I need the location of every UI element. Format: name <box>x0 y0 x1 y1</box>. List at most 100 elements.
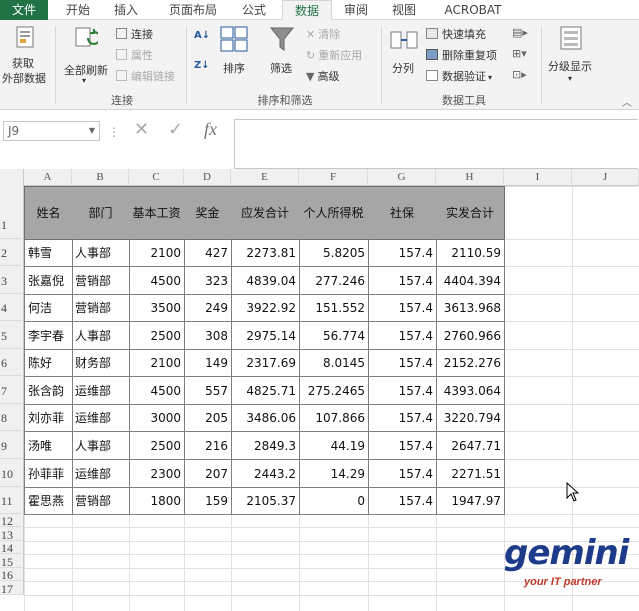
confirm-icon[interactable]: ✓ <box>168 119 183 140</box>
row-header-2[interactable]: 2 <box>0 239 24 266</box>
tab-acrobat[interactable]: ACROBAT <box>438 0 508 20</box>
table-cell[interactable]: 何洁 <box>24 294 73 322</box>
row-header-5[interactable]: 5 <box>0 321 24 349</box>
column-header-c[interactable]: C <box>129 169 184 186</box>
table-cell[interactable]: 8.0145 <box>299 349 369 377</box>
tab-data[interactable]: 数据 <box>282 0 332 20</box>
table-cell[interactable]: 汤唯 <box>24 431 73 460</box>
table-cell[interactable]: 107.866 <box>299 404 369 432</box>
table-cell[interactable]: 277.246 <box>299 266 369 295</box>
table-cell[interactable]: 157.4 <box>368 321 437 350</box>
tab-page-layout[interactable]: 页面布局 <box>158 0 228 20</box>
relationships-button[interactable]: ⊡▸ <box>512 68 527 81</box>
row-header-14[interactable]: 14 <box>0 541 24 555</box>
table-cell[interactable]: 2105.37 <box>231 487 300 515</box>
table-cell[interactable]: 李宇春 <box>24 321 73 350</box>
refresh-all-button[interactable]: 全部刷新 ▾ <box>60 24 112 88</box>
collapse-ribbon-icon[interactable]: ︿ <box>622 94 632 109</box>
table-cell[interactable]: 张嘉倪 <box>24 266 73 295</box>
table-cell[interactable]: 2271.51 <box>436 459 505 488</box>
tab-view[interactable]: 视图 <box>384 0 424 20</box>
what-if-button[interactable]: ⊞▾ <box>512 47 527 60</box>
tab-file[interactable]: 文件 <box>0 0 48 20</box>
table-cell[interactable]: 1947.97 <box>436 487 505 515</box>
flash-fill-button[interactable]: 快速填充 <box>426 26 486 42</box>
column-header-d[interactable]: D <box>184 169 231 186</box>
table-header-cell[interactable]: 实发合计 <box>436 186 505 240</box>
table-cell[interactable]: 2110.59 <box>436 239 505 267</box>
tab-home[interactable]: 开始 <box>56 0 100 20</box>
table-cell[interactable]: 3220.794 <box>436 404 505 432</box>
table-cell[interactable]: 14.29 <box>299 459 369 488</box>
table-cell[interactable]: 2647.71 <box>436 431 505 460</box>
table-cell[interactable]: 4500 <box>129 376 185 405</box>
column-header-j[interactable]: J <box>572 169 639 186</box>
row-header-7[interactable]: 7 <box>0 376 24 404</box>
table-cell[interactable]: 4393.064 <box>436 376 505 405</box>
table-cell[interactable]: 3613.968 <box>436 294 505 322</box>
row-header-10[interactable]: 10 <box>0 459 24 487</box>
table-header-cell[interactable]: 基本工资 <box>129 186 185 240</box>
table-cell[interactable]: 308 <box>184 321 232 350</box>
table-cell[interactable]: 人事部 <box>72 431 130 460</box>
table-cell[interactable]: 1800 <box>129 487 185 515</box>
table-cell[interactable]: 2317.69 <box>231 349 300 377</box>
table-cell[interactable]: 运维部 <box>72 459 130 488</box>
row-header-11[interactable]: 11 <box>0 487 24 514</box>
table-cell[interactable]: 陈好 <box>24 349 73 377</box>
tab-formulas[interactable]: 公式 <box>232 0 276 20</box>
column-header-f[interactable]: F <box>299 169 368 186</box>
row-header-9[interactable]: 9 <box>0 431 24 459</box>
table-cell[interactable]: 2273.81 <box>231 239 300 267</box>
table-cell[interactable]: 2100 <box>129 349 185 377</box>
column-header-h[interactable]: H <box>436 169 504 186</box>
table-cell[interactable]: 营销部 <box>72 487 130 515</box>
table-cell[interactable]: 3486.06 <box>231 404 300 432</box>
get-external-data-button[interactable]: 获取 外部数据 <box>2 24 48 88</box>
table-cell[interactable]: 157.4 <box>368 294 437 322</box>
table-cell[interactable]: 2760.966 <box>436 321 505 350</box>
sort-az-button[interactable]: A↓ <box>194 30 210 41</box>
column-header-b[interactable]: B <box>72 169 129 186</box>
table-cell[interactable]: 44.19 <box>299 431 369 460</box>
table-cell[interactable]: 2500 <box>129 431 185 460</box>
table-cell[interactable]: 3500 <box>129 294 185 322</box>
column-header-a[interactable]: A <box>24 169 72 186</box>
table-cell[interactable]: 205 <box>184 404 232 432</box>
filter-button[interactable]: 筛选 <box>264 24 300 88</box>
table-cell[interactable]: 3000 <box>129 404 185 432</box>
table-cell[interactable]: 157.4 <box>368 404 437 432</box>
properties-button[interactable]: 属性 <box>116 47 153 63</box>
table-cell[interactable]: 157.4 <box>368 431 437 460</box>
table-cell[interactable]: 157.4 <box>368 459 437 488</box>
row-header-17[interactable]: 17 <box>0 581 24 596</box>
table-cell[interactable]: 霍思燕 <box>24 487 73 515</box>
table-cell[interactable]: 3922.92 <box>231 294 300 322</box>
table-cell[interactable]: 运维部 <box>72 376 130 405</box>
table-cell[interactable]: 207 <box>184 459 232 488</box>
table-cell[interactable]: 4404.394 <box>436 266 505 295</box>
row-header-1[interactable]: 1 <box>0 186 24 239</box>
table-cell[interactable]: 157.4 <box>368 376 437 405</box>
table-cell[interactable]: 财务部 <box>72 349 130 377</box>
text-to-columns-button[interactable]: 分列 <box>386 24 422 88</box>
connections-button[interactable]: 连接 <box>116 26 153 42</box>
table-cell[interactable]: 人事部 <box>72 321 130 350</box>
table-header-cell[interactable]: 应发合计 <box>231 186 300 240</box>
row-header-15[interactable]: 15 <box>0 554 24 569</box>
consolidate-button[interactable]: ▤▸ <box>512 26 528 39</box>
table-cell[interactable]: 张含韵 <box>24 376 73 405</box>
table-cell[interactable]: 0 <box>299 487 369 515</box>
table-cell[interactable]: 249 <box>184 294 232 322</box>
table-cell[interactable]: 2443.2 <box>231 459 300 488</box>
table-header-cell[interactable]: 部门 <box>72 186 130 240</box>
table-cell[interactable]: 韩雪 <box>24 239 73 267</box>
row-header-3[interactable]: 3 <box>0 266 24 294</box>
table-cell[interactable]: 427 <box>184 239 232 267</box>
column-header-e[interactable]: E <box>231 169 299 186</box>
table-cell[interactable]: 2300 <box>129 459 185 488</box>
row-header-4[interactable]: 4 <box>0 294 24 321</box>
row-header-16[interactable]: 16 <box>0 568 24 582</box>
column-header-i[interactable]: I <box>504 169 572 186</box>
sort-za-button[interactable]: Z↓ <box>194 60 210 71</box>
